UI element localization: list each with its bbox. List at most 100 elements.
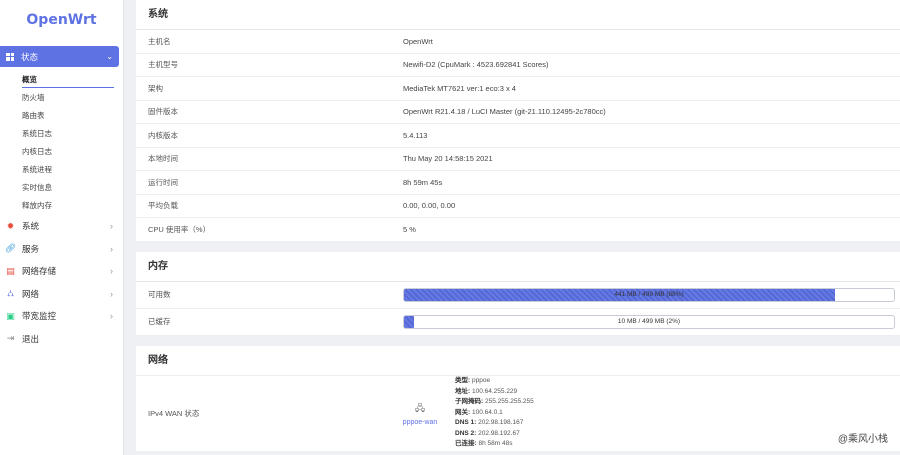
menu-status-label: 状态 (21, 51, 39, 62)
memory-available-row: 可用数 441 MB / 499 MB (88%) (136, 282, 900, 309)
wan-info-value: pppoe (471, 377, 491, 385)
row-key: 固件版本 (148, 107, 178, 117)
submenu-item-kernel-log[interactable]: 内核日志 (0, 143, 123, 161)
network-icon: ⛼ (6, 287, 15, 298)
row-value: 5.4.113 (403, 130, 428, 140)
submenu-item-free-memory[interactable]: 释放内存 (0, 197, 123, 215)
menu-logout-label: 退出 (22, 333, 40, 344)
table-row: 主机名 OpenWrt (136, 30, 900, 54)
wan-interface-name: pppoe-wan (402, 418, 438, 426)
storage-icon: ▤ (6, 265, 15, 276)
chevron-down-icon: ⌄ (106, 52, 113, 61)
chevron-right-icon: › (110, 288, 113, 299)
submenu-item-firewall[interactable]: 防火墙 (0, 89, 123, 107)
sidebar: OpenWrt 状态 ⌄ 概览 防火墙 路由表 系统日志 内核日志 系统进程 实… (0, 0, 124, 455)
wan-info-key: 地址: (455, 387, 471, 395)
table-row: 固件版本 OpenWrt R21.4.18 / LuCI Master (git-… (136, 101, 900, 124)
row-value: Newifi-D2 (CpuMark : 4523.692841 Scores) (403, 60, 549, 70)
memory-cached-label: 已缓存 (148, 317, 171, 326)
menu-logout[interactable]: ⇥ 退出 (0, 328, 123, 351)
wan-interface[interactable]: 🖧︎ pppoe-wan (391, 401, 449, 426)
submenu-item-realtime[interactable]: 实时信息 (0, 179, 123, 197)
row-key: 主机名 (148, 36, 171, 46)
menu-system[interactable]: ✹ 系统 › (0, 215, 123, 238)
row-key: 平均负载 (148, 201, 178, 211)
ethernet-port-icon: 🖧︎ (414, 402, 426, 413)
wan-info-key: 类型: (455, 377, 471, 385)
row-key: 主机型号 (148, 60, 178, 70)
logout-icon: ⇥ (6, 333, 15, 344)
menu-bandwidth-label: 带宽监控 (22, 311, 57, 322)
row-value: MediaTek MT7621 ver:1 eco:3 x 4 (403, 83, 516, 93)
wan-info-value: 100.64.0.1 (471, 408, 503, 416)
watermark: @乘风小栈 (837, 434, 888, 445)
submenu-item-syslog[interactable]: 系统日志 (0, 125, 123, 143)
system-title: 系统 (136, 0, 900, 30)
menu-services[interactable]: 🔗︎ 服务 › (0, 238, 123, 261)
wan-info-key: 网关: (455, 408, 471, 416)
row-value: 5 % (403, 224, 416, 234)
table-row: 本地时间 Thu May 20 14:58:15 2021 (136, 148, 900, 171)
wan-info-value: 100.64.255.229 (471, 387, 518, 395)
memory-cached-row: 已缓存 10 MB / 499 MB (2%) (136, 309, 900, 336)
menu-services-label: 服务 (22, 243, 40, 254)
menu-nas-label: 网络存储 (22, 266, 57, 277)
chevron-right-icon: › (110, 221, 113, 232)
wan-info-value: 255.255.255.255 (484, 398, 534, 406)
wan-info-key: 子网掩码: (455, 398, 484, 406)
row-value: OpenWrt R21.4.18 / LuCI Master (git-21.1… (403, 107, 606, 117)
row-key: CPU 使用率（%） (148, 224, 211, 234)
system-panel: 系统 主机名 OpenWrt 主机型号 Newifi-D2 (CpuMark : 4… (136, 0, 900, 242)
wan-info-value: 202.98.192.67 (478, 429, 520, 437)
monitor-icon: ▣ (6, 310, 15, 321)
row-value: 8h 59m 45s (403, 177, 443, 187)
memory-available-label: 可用数 (148, 290, 171, 299)
memory-cached-bar: 10 MB / 499 MB (2%) (403, 314, 895, 329)
table-row: 内核版本 5.4.113 (136, 124, 900, 148)
wan-info-key: 已连接: (455, 440, 477, 448)
main-content: 系统 主机名 OpenWrt 主机型号 Newifi-D2 (CpuMark : 4… (125, 0, 900, 455)
menu-bandwidth[interactable]: ▣ 带宽监控 › (0, 305, 123, 328)
network-panel: 网络 IPv4 WAN 状态 🖧︎ pppoe-wan 类型: pppoe 地址… (136, 345, 900, 451)
memory-cached-text: 10 MB / 499 MB (2%) (617, 317, 681, 325)
wan-status-label: IPv4 WAN 状态 (148, 408, 200, 418)
menu-network[interactable]: ⛼ 网络 › (0, 283, 123, 306)
row-key: 本地时间 (148, 154, 178, 164)
chevron-right-icon: › (110, 266, 113, 277)
memory-available-text: 441 MB / 499 MB (88%) (614, 290, 684, 298)
menu-nas[interactable]: ▤ 网络存储 › (0, 260, 123, 283)
memory-panel: 内存 可用数 441 MB / 499 MB (88%) 已缓存 10 MB /… (136, 251, 900, 336)
row-value: OpenWrt (403, 36, 433, 46)
table-row: 运行时间 8h 59m 45s (136, 171, 900, 195)
chevron-right-icon: › (110, 243, 113, 254)
table-row: 平均负载 0.00, 0.00, 0.00 (136, 195, 900, 218)
submenu-item-overview[interactable]: 概览 (0, 71, 123, 89)
table-row: 架构 MediaTek MT7621 ver:1 eco:3 x 4 (136, 77, 900, 101)
memory-title: 内存 (136, 252, 900, 282)
row-key: 运行时间 (148, 177, 178, 187)
menu-status[interactable]: 状态 ⌄ (0, 46, 119, 67)
row-value: Thu May 20 14:58:15 2021 (403, 154, 493, 164)
wan-info: 类型: pppoe 地址: 100.64.255.229 子网掩码: 255.2… (449, 376, 534, 450)
row-key: 内核版本 (148, 130, 178, 140)
wan-status-row: IPv4 WAN 状态 🖧︎ pppoe-wan 类型: pppoe 地址: 1… (136, 376, 900, 451)
link-icon: 🔗︎ (4, 243, 17, 254)
network-title: 网络 (136, 346, 900, 376)
gear-icon: ✹ (6, 220, 15, 231)
menu-system-label: 系统 (22, 221, 40, 232)
wan-info-value: 202.98.198.167 (478, 419, 524, 427)
wan-info-key: DNS 1: (455, 419, 477, 427)
row-key: 架构 (148, 83, 163, 93)
memory-available-bar: 441 MB / 499 MB (88%) (403, 287, 895, 302)
openwrt-logo[interactable]: OpenWrt (0, 0, 123, 40)
status-submenu: 概览 防火墙 路由表 系统日志 内核日志 系统进程 实时信息 释放内存 (0, 71, 123, 215)
menu-network-label: 网络 (22, 288, 40, 299)
chevron-right-icon: › (110, 311, 113, 322)
table-row: CPU 使用率（%） 5 % (136, 218, 900, 242)
wan-info-key: DNS 2: (455, 429, 477, 437)
wan-info-value: 8h 58m 48s (478, 440, 513, 448)
row-value: 0.00, 0.00, 0.00 (403, 201, 456, 211)
table-row: 主机型号 Newifi-D2 (CpuMark : 4523.692841 Sco… (136, 54, 900, 77)
submenu-item-routes[interactable]: 路由表 (0, 107, 123, 125)
submenu-item-processes[interactable]: 系统进程 (0, 161, 123, 179)
